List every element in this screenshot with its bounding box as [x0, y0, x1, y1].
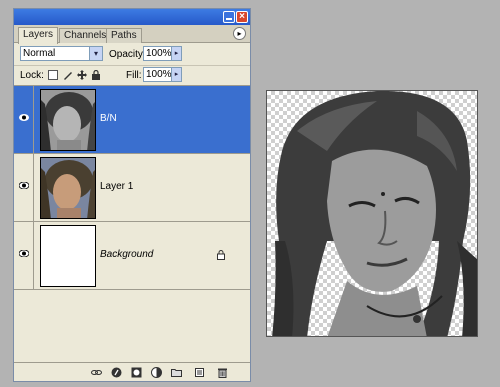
- palette-bottom-bar: [14, 362, 250, 381]
- lock-label: Lock:: [20, 70, 44, 81]
- fill-slider-button[interactable]: ▸: [171, 67, 182, 82]
- lock-all-icon[interactable]: [91, 69, 101, 80]
- mask-icon[interactable]: [131, 367, 142, 378]
- visibility-toggle[interactable]: [14, 154, 34, 221]
- document-canvas[interactable]: [266, 90, 478, 337]
- blend-mode-value: Normal: [23, 48, 56, 59]
- opacity-label: Opacity:: [109, 49, 146, 60]
- blend-mode-select[interactable]: Normal ▾: [20, 46, 103, 61]
- eye-icon: [19, 114, 29, 121]
- tab-layers[interactable]: Layers: [18, 27, 59, 44]
- folder-icon[interactable]: [171, 367, 182, 378]
- lock-icon: [217, 250, 225, 260]
- layer-name[interactable]: Layer 1: [100, 181, 133, 193]
- layer-thumbnail: [40, 89, 96, 151]
- layer-row-bn[interactable]: B/N: [14, 86, 250, 154]
- layer-style-icon[interactable]: [111, 367, 122, 378]
- tab-channels[interactable]: Channels: [59, 28, 112, 43]
- adjustment-icon[interactable]: [151, 367, 162, 378]
- blend-opacity-row: Normal ▾ Opacity: 100% ▸: [14, 44, 250, 64]
- visibility-toggle[interactable]: [14, 86, 34, 153]
- palette-titlebar[interactable]: ×: [14, 9, 250, 25]
- lock-position-icon[interactable]: [77, 70, 87, 80]
- close-button[interactable]: ×: [236, 11, 248, 23]
- layers-palette: × Layers Channels Paths ▸ Normal ▾ Opaci…: [13, 8, 251, 382]
- portrait-image: [272, 91, 477, 336]
- minimize-button[interactable]: [223, 11, 235, 23]
- layers-list: B/N Layer 1 Background: [14, 85, 250, 361]
- tab-paths[interactable]: Paths: [106, 28, 142, 43]
- layer-thumbnail: [40, 157, 96, 219]
- layer-name[interactable]: B/N: [100, 113, 117, 125]
- layer-row-background[interactable]: Background: [14, 222, 250, 290]
- trash-icon[interactable]: [217, 367, 228, 378]
- fill-input[interactable]: 100%: [143, 67, 172, 82]
- palette-menu-button[interactable]: ▸: [233, 27, 246, 40]
- lock-pixels-icon[interactable]: [63, 70, 73, 80]
- layer-row-layer1[interactable]: Layer 1: [14, 154, 250, 222]
- new-layer-icon[interactable]: [194, 367, 205, 378]
- eye-icon: [19, 250, 29, 257]
- chevron-down-icon[interactable]: ▾: [89, 47, 102, 60]
- visibility-toggle[interactable]: [14, 222, 34, 289]
- link-icon[interactable]: [91, 367, 102, 378]
- fill-label: Fill:: [126, 70, 142, 81]
- lock-transparency-icon[interactable]: [48, 70, 58, 80]
- palette-tabs: Layers Channels Paths ▸: [14, 25, 250, 44]
- opacity-slider-button[interactable]: ▸: [171, 46, 182, 61]
- layer-name[interactable]: Background: [100, 249, 153, 261]
- layer-thumbnail: [40, 225, 96, 287]
- opacity-input[interactable]: 100%: [143, 46, 172, 61]
- lock-fill-row: Lock: Fill: 100% ▸: [14, 65, 250, 84]
- eye-icon: [19, 182, 29, 189]
